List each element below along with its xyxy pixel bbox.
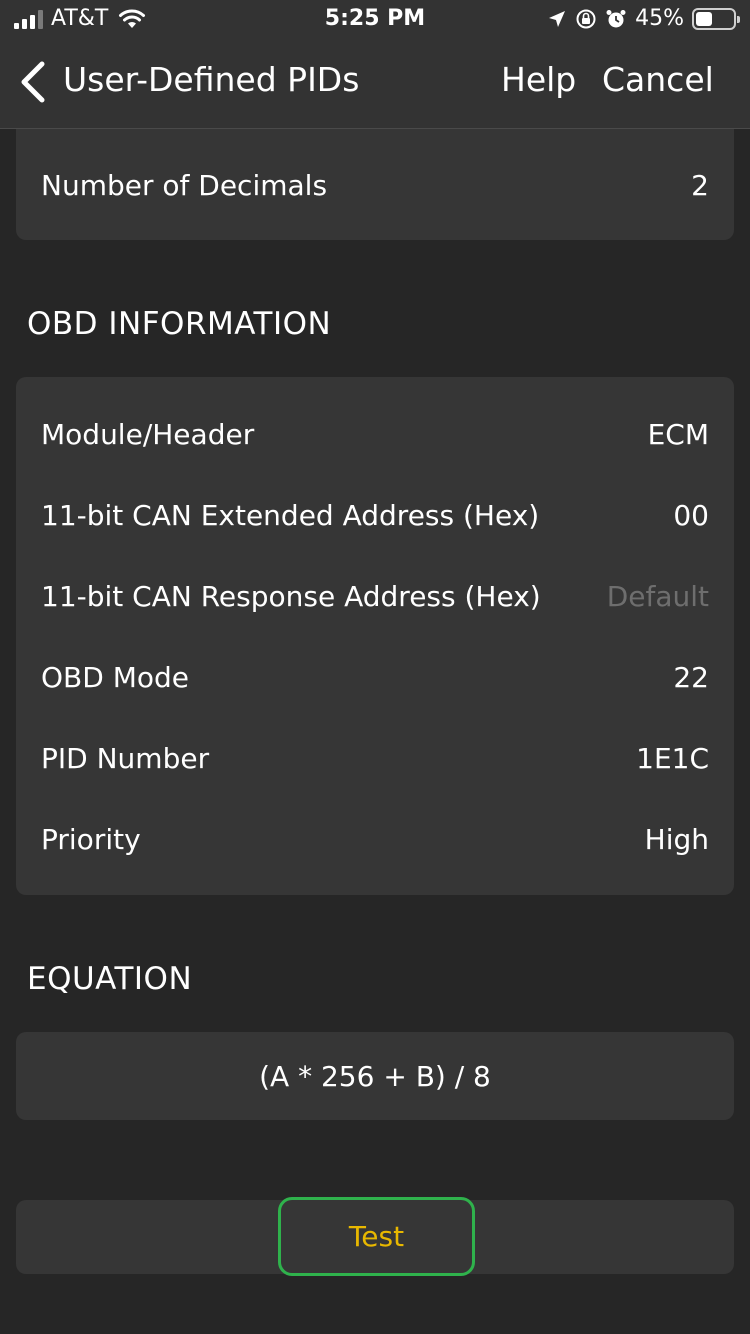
row-obd-mode[interactable]: OBD Mode 22 [16,637,734,718]
row-label: 11-bit CAN Extended Address (Hex) [41,499,540,532]
section-header-equation: EQUATION [27,961,193,997]
battery-percent: 45% [635,6,684,31]
row-value: ECM [647,418,709,451]
row-value-placeholder: Default [606,580,709,613]
test-button[interactable]: Test [278,1197,475,1276]
decimals-card: Number of Decimals 2 [16,129,734,240]
row-label: Number of Decimals [41,169,328,202]
page-title: User-Defined PIDs [63,60,360,99]
row-value: 22 [673,661,709,694]
row-value: High [644,823,709,856]
location-arrow-icon [549,10,566,27]
row-pid-number[interactable]: PID Number 1E1C [16,718,734,799]
cancel-button[interactable]: Cancel [602,60,714,99]
row-label: OBD Mode [41,661,189,694]
row-module-header[interactable]: Module/Header ECM [16,394,734,475]
row-label: 11-bit CAN Response Address (Hex) [41,580,541,613]
row-label: Priority [41,823,141,856]
chevron-left-icon[interactable] [14,58,50,106]
row-value: 1E1C [636,742,709,775]
alarm-icon [606,9,626,27]
row-can-extended-address[interactable]: 11-bit CAN Extended Address (Hex) 00 [16,475,734,556]
screen: AT&T 5:25 PM 45% User-Defined PIDs Help … [0,0,750,1334]
obd-card: Module/Header ECM 11-bit CAN Extended Ad… [16,377,734,895]
equation-field[interactable]: (A * 256 + B) / 8 [16,1032,734,1120]
row-label: PID Number [41,742,210,775]
row-priority[interactable]: Priority High [16,799,734,880]
row-value: 2 [691,169,709,202]
row-label: Module/Header [41,418,255,451]
battery-icon [692,7,740,30]
row-can-response-address[interactable]: 11-bit CAN Response Address (Hex) Defaul… [16,556,734,637]
section-header-obd: OBD INFORMATION [27,306,332,342]
status-bar: AT&T 5:25 PM 45% [0,0,750,42]
status-right: 45% [547,6,740,31]
battery-fill [696,11,713,26]
nav-bar: User-Defined PIDs Help Cancel [0,42,750,128]
help-button[interactable]: Help [501,60,576,99]
row-value: 00 [673,499,709,532]
row-number-of-decimals[interactable]: Number of Decimals 2 [16,145,734,226]
orientation-lock-icon [576,9,596,28]
